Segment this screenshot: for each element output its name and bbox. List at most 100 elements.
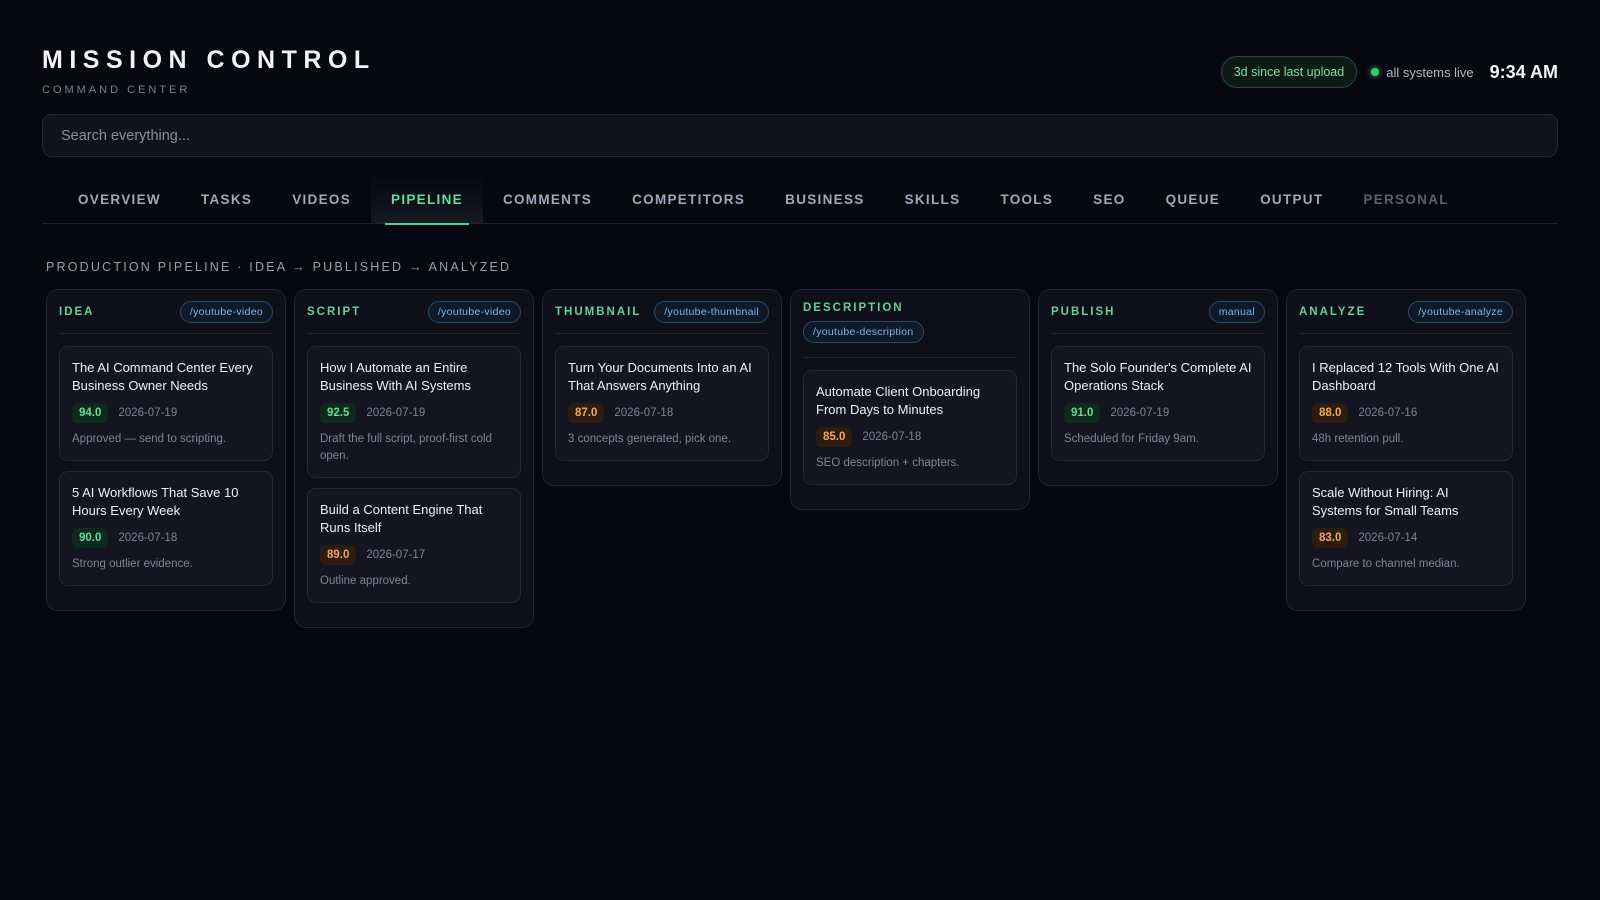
live-status-dot-icon [1371, 68, 1380, 76]
tab-tools[interactable]: TOOLS [1000, 176, 1053, 224]
tab-skills[interactable]: SKILLS [905, 176, 961, 224]
nav-tabs: OVERVIEW TASKS VIDEOS PIPELINE COMMENTS COMPE… [42, 176, 1558, 225]
card-meta: 90.0 2026-07-18 [72, 528, 260, 548]
app-subtitle: COMMAND CENTER [42, 84, 191, 96]
card-title: Build a Content Engine That Runs Itself [320, 502, 483, 535]
pipeline-card[interactable]: 5 AI Workflows That Save 10 Hours Every … [59, 471, 273, 586]
card-note: Draft the full script, proof-first cold … [320, 433, 492, 462]
card-note: Compare to channel median. [1312, 558, 1460, 570]
tab-comments[interactable]: COMMENTS [503, 176, 592, 224]
card-date: 2026-07-17 [366, 549, 426, 561]
card-date: 2026-07-19 [1110, 407, 1170, 419]
card-note: Approved — send to scripting. [72, 433, 227, 445]
column-skill-tag[interactable]: /youtube-video [179, 300, 273, 323]
pipeline-column-analyze: ANALYZE/youtube-analyze I Replaced 12 Too… [1286, 289, 1526, 611]
column-title: SCRIPT [307, 305, 362, 318]
tab-output[interactable]: OUTPUT [1260, 176, 1323, 224]
pipeline-card[interactable]: How I Automate an Entire Business With A… [307, 346, 521, 478]
brand: MISSION CONTROL COMMAND CENTER [42, 44, 376, 96]
pipeline-column-thumbnail: THUMBNAIL/youtube-thumbnail Turn Your Doc… [542, 289, 782, 486]
column-skill-tag[interactable]: /youtube-analyze [1408, 300, 1513, 323]
card-note: Outline approved. [320, 575, 411, 587]
tab-business[interactable]: BUSINESS [785, 176, 864, 224]
system-status: all systems live [1371, 64, 1474, 80]
section-label: PRODUCTION PIPELINE · IDEA → PUBLISHED →… [46, 260, 512, 274]
column-title: DESCRIPTION [803, 302, 904, 314]
tab-pipeline[interactable]: PIPELINE [371, 176, 483, 225]
score-badge: 87.0 [568, 403, 605, 423]
pipeline-board: IDEA/youtube-video The AI Command Center … [46, 289, 1556, 629]
card-title: Scale Without Hiring: AI Systems for Sma… [1312, 485, 1459, 518]
column-title: IDEA [59, 305, 95, 318]
score-badge: 94.0 [72, 403, 109, 423]
card-title: The Solo Founder's Complete AI Operation… [1064, 360, 1252, 393]
score-badge: 90.0 [72, 528, 109, 548]
pipeline-card[interactable]: Build a Content Engine That Runs Itself 8… [307, 488, 521, 603]
score-badge: 89.0 [320, 545, 357, 565]
column-skill-tag[interactable]: /youtube-thumbnail [654, 300, 769, 323]
tab-personal[interactable]: PERSONAL [1363, 176, 1448, 224]
score-badge: 85.0 [816, 427, 853, 447]
column-skill-tag[interactable]: /youtube-video [427, 300, 521, 323]
card-date: 2026-07-18 [614, 407, 674, 419]
column-skill-tag[interactable]: manual [1208, 300, 1265, 323]
column-header: SCRIPT/youtube-video [307, 290, 521, 334]
pipeline-column-publish: PUBLISH manual The Solo Founder's Complete… [1038, 289, 1278, 486]
card-date: 2026-07-16 [1358, 407, 1418, 419]
pipeline-card[interactable]: Automate Client Onboarding From Days to … [803, 370, 1017, 485]
card-date: 2026-07-19 [118, 407, 178, 419]
card-title: Turn Your Documents Into an AI That Answ… [568, 360, 752, 393]
upload-status-badge[interactable]: 3d since last upload [1220, 56, 1358, 88]
pipeline-card[interactable]: Turn Your Documents Into an AI That Answ… [555, 346, 769, 461]
tab-overview[interactable]: OVERVIEW [78, 176, 161, 224]
tab-competitors[interactable]: COMPETITORS [632, 176, 745, 224]
card-meta: 91.0 2026-07-19 [1064, 403, 1252, 423]
card-title: The AI Command Center Every Business Own… [72, 360, 253, 393]
tab-videos[interactable]: VIDEOS [292, 176, 351, 224]
score-badge: 91.0 [1064, 403, 1101, 423]
card-title: I Replaced 12 Tools With One AI Dashboar… [1312, 360, 1499, 393]
card-note: Strong outlier evidence. [72, 558, 193, 570]
tab-tasks[interactable]: TASKS [201, 176, 252, 224]
pipeline-card[interactable]: Scale Without Hiring: AI Systems for Sma… [1299, 471, 1513, 586]
column-title: ANALYZE [1299, 305, 1367, 318]
score-badge: 88.0 [1312, 403, 1349, 423]
pipeline-card[interactable]: The AI Command Center Every Business Own… [59, 346, 273, 461]
pipeline-column-script: SCRIPT/youtube-video How I Automate an En… [294, 289, 534, 628]
score-badge: 92.5 [320, 403, 357, 423]
pipeline-card[interactable]: I Replaced 12 Tools With One AI Dashboar… [1299, 346, 1513, 461]
column-header: THUMBNAIL/youtube-thumbnail [555, 290, 769, 334]
tab-queue[interactable]: QUEUE [1166, 176, 1221, 224]
card-title: How I Automate an Entire Business With A… [320, 360, 471, 393]
score-badge: 83.0 [1312, 528, 1349, 548]
card-note: SEO description + chapters. [816, 457, 960, 469]
tab-seo[interactable]: SEO [1093, 176, 1125, 224]
search-input[interactable] [42, 114, 1558, 157]
card-date: 2026-07-19 [366, 407, 426, 419]
pipeline-card[interactable]: The Solo Founder's Complete AI Operation… [1051, 346, 1265, 461]
column-skill-tag[interactable]: /youtube-description [803, 321, 924, 343]
card-meta: 94.0 2026-07-19 [72, 403, 260, 423]
app-title: MISSION CONTROL [42, 46, 376, 74]
header: MISSION CONTROL COMMAND CENTER 3d since … [42, 44, 1558, 104]
column-header: PUBLISH manual [1051, 290, 1265, 334]
system-status-label: all systems live [1386, 64, 1474, 80]
card-meta: 85.0 2026-07-18 [816, 427, 1004, 447]
card-note: Scheduled for Friday 9am. [1064, 433, 1199, 445]
card-note: 48h retention pull. [1312, 433, 1404, 445]
pipeline-column-description: DESCRIPTION/youtube-description Automate … [790, 289, 1030, 510]
column-title: THUMBNAIL [555, 305, 642, 318]
card-meta: 92.5 2026-07-19 [320, 403, 508, 423]
card-title: Automate Client Onboarding From Days to … [816, 384, 981, 417]
card-date: 2026-07-18 [862, 431, 922, 443]
clock: 9:34 AM [1489, 61, 1558, 82]
card-meta: 83.0 2026-07-14 [1312, 528, 1500, 548]
pipeline-column-idea: IDEA/youtube-video The AI Command Center … [46, 289, 286, 611]
column-header: ANALYZE/youtube-analyze [1299, 290, 1513, 334]
card-meta: 87.0 2026-07-18 [568, 403, 756, 423]
card-title: 5 AI Workflows That Save 10 Hours Every … [72, 485, 239, 518]
card-note: 3 concepts generated, pick one. [568, 433, 732, 445]
card-meta: 88.0 2026-07-16 [1312, 403, 1500, 423]
card-date: 2026-07-14 [1358, 532, 1418, 544]
card-meta: 89.0 2026-07-17 [320, 545, 508, 565]
